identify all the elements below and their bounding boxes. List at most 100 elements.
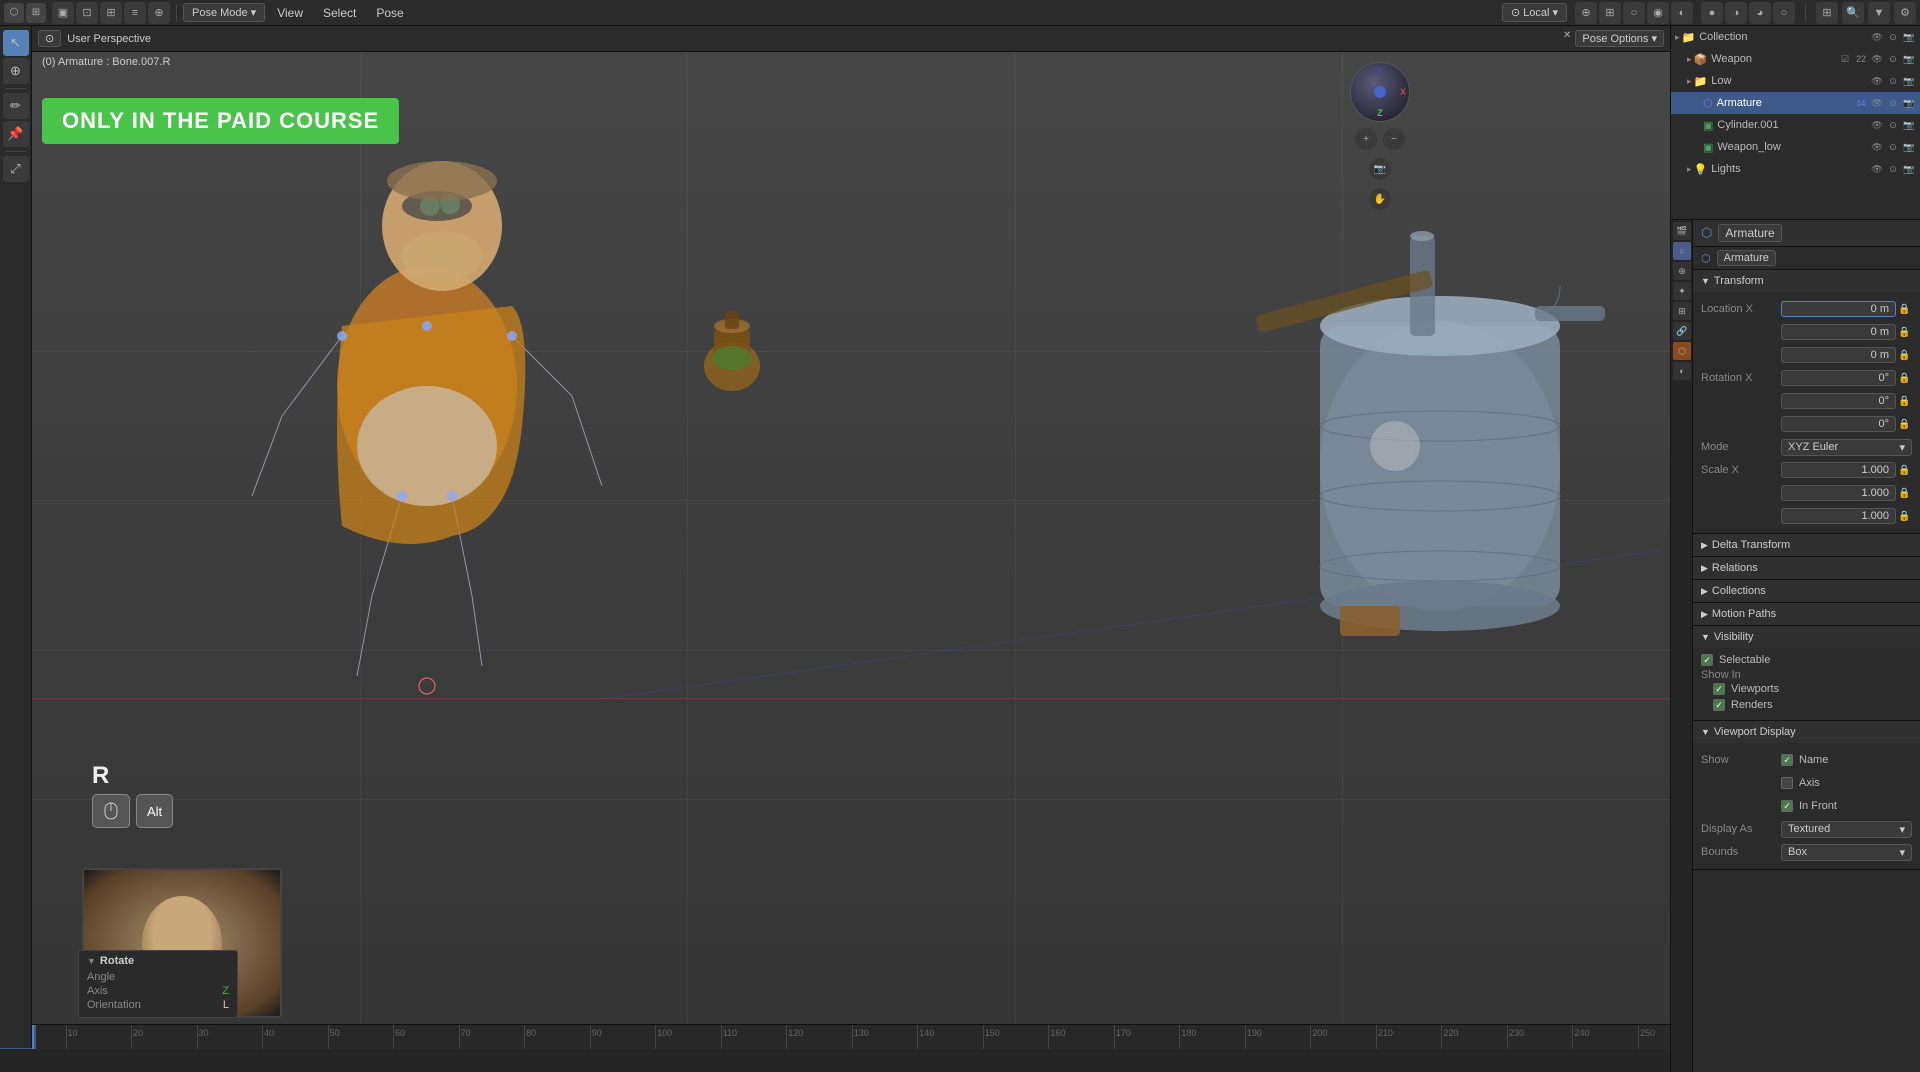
rotation-z-value[interactable]: 0° [1781, 416, 1896, 432]
proportional-icon[interactable]: ○ [1623, 2, 1645, 24]
in-front-checkbox[interactable]: ✓ [1781, 800, 1793, 812]
renders-checkbox[interactable]: ✓ [1713, 699, 1725, 711]
viewports-checkbox[interactable]: ✓ [1713, 683, 1725, 695]
select-tool[interactable]: ↖ [3, 30, 29, 56]
nav-hand[interactable]: ✋ [1369, 188, 1391, 210]
filter-icon[interactable]: ▼ [1868, 2, 1890, 24]
low-filter[interactable]: ⊙ [1886, 74, 1900, 88]
weapon-low-camera[interactable]: 📷 [1902, 140, 1916, 154]
rotate-collapse-icon[interactable]: ▼ [87, 956, 96, 966]
weapon-camera[interactable]: 📷 [1902, 52, 1916, 66]
local-button[interactable]: ⊙ Local ▾ [1502, 3, 1567, 22]
outliner-item-collection[interactable]: ▸ 📁 Collection 👁 ⊙ 📷 [1671, 26, 1920, 48]
armature-filter[interactable]: ⊙ [1886, 96, 1900, 110]
bounds-value[interactable]: Box ▾ [1781, 844, 1912, 861]
close-fullscreen-icon[interactable]: ✕ [1563, 30, 1571, 47]
nav-zoom-in[interactable]: + [1355, 128, 1377, 150]
collections-header[interactable]: Collections [1693, 580, 1920, 602]
layout-icon-1[interactable]: ▣ [52, 2, 74, 24]
collection-eye[interactable]: 👁 [1870, 30, 1884, 44]
editor-type-icon[interactable]: ⊞ [1816, 2, 1838, 24]
rotation-z-lock[interactable]: 🔒 [1898, 419, 1912, 430]
viewport-display-header[interactable]: Viewport Display [1693, 721, 1920, 743]
nav-camera[interactable]: 📷 [1369, 158, 1391, 180]
prop-particles-icon[interactable]: ✦ [1673, 282, 1691, 300]
navigation-sphere[interactable]: X Y Z [1350, 62, 1410, 122]
scale-x-lock[interactable]: 🔒 [1898, 465, 1912, 476]
visibility-header[interactable]: Visibility [1693, 626, 1920, 648]
name-checkbox[interactable]: ✓ [1781, 754, 1793, 766]
magnet-icon[interactable]: ⊞ [1599, 2, 1621, 24]
weapon-low-filter[interactable]: ⊙ [1886, 140, 1900, 154]
pose-options-btn[interactable]: Pose Options ▾ [1575, 30, 1664, 47]
motion-paths-header[interactable]: Motion Paths [1693, 603, 1920, 625]
prop-constraints-icon[interactable]: 🔗 [1673, 322, 1691, 340]
zoom-icon[interactable]: 🔍 [1842, 2, 1864, 24]
layout-icon-2[interactable]: ⊡ [76, 2, 98, 24]
low-camera[interactable]: 📷 [1902, 74, 1916, 88]
rotation-y-value[interactable]: 0° [1781, 393, 1896, 409]
outliner-item-lights[interactable]: ▸ 💡 Lights 👁 ⊙ 📷 [1671, 158, 1920, 180]
location-y-value[interactable]: 0 m [1781, 324, 1896, 340]
render-wire[interactable]: ○ [1773, 2, 1795, 24]
location-z-lock[interactable]: 🔒 [1898, 350, 1912, 361]
pose-mode-button[interactable]: Pose Mode ▾ [183, 3, 265, 22]
transform-icon[interactable]: ⊕ [1575, 2, 1597, 24]
outliner-item-cylinder[interactable]: ▣ Cylinder.001 👁 ⊙ 📷 [1671, 114, 1920, 136]
settings-icon[interactable]: ⚙ [1894, 2, 1916, 24]
scale-z-lock[interactable]: 🔒 [1898, 511, 1912, 522]
outliner-item-low[interactable]: ▸ 📁 Low 👁 ⊙ 📷 [1671, 70, 1920, 92]
outliner-item-weapon-low[interactable]: ▣ Weapon_low 👁 ⊙ 📷 [1671, 136, 1920, 158]
low-eye[interactable]: 👁 [1870, 74, 1884, 88]
prop-physics-icon[interactable]: ⊞ [1673, 302, 1691, 320]
weapon-check[interactable]: ☑ [1838, 52, 1852, 66]
prop-scene-icon[interactable]: 🎬 [1673, 222, 1691, 240]
layout-icon-3[interactable]: ⊞ [100, 2, 122, 24]
layout-icon-4[interactable]: ≡ [124, 2, 146, 24]
nav-x-axis[interactable]: X [1400, 87, 1406, 97]
lights-filter[interactable]: ⊙ [1886, 162, 1900, 176]
scale-y-lock[interactable]: 🔒 [1898, 488, 1912, 499]
annotate-tool[interactable]: 📌 [3, 121, 29, 147]
overlay-icon[interactable]: ◉ [1647, 2, 1669, 24]
prop-modifier-icon[interactable]: ⊕ [1673, 262, 1691, 280]
weapon-filter[interactable]: ⊙ [1886, 52, 1900, 66]
location-z-value[interactable]: 0 m [1781, 347, 1896, 363]
prop-material-icon[interactable]: ◐ [1673, 362, 1691, 380]
armature-eye[interactable]: 👁 [1870, 96, 1884, 110]
viewport[interactable]: ⊙ User Perspective ✕ Pose Options ▾ (0) … [32, 26, 1670, 1048]
scale-y-value[interactable]: 1.000 [1781, 485, 1896, 501]
rotation-x-lock[interactable]: 🔒 [1898, 373, 1912, 384]
layout-icon-5[interactable]: ⊕ [148, 2, 170, 24]
outliner-item-weapon[interactable]: ▸ 📦 Weapon ☑ 22 👁 ⊙ 📷 [1671, 48, 1920, 70]
render-mat[interactable]: ◑ [1725, 2, 1747, 24]
armature-camera[interactable]: 📷 [1902, 96, 1916, 110]
location-y-lock[interactable]: 🔒 [1898, 327, 1912, 338]
outliner-item-armature[interactable]: ⬡ Armature 14 👁 ⊙ 📷 [1671, 92, 1920, 114]
rotation-x-value[interactable]: 0° [1781, 370, 1896, 386]
weapon-eye[interactable]: 👁 [1870, 52, 1884, 66]
transform-header[interactable]: Transform [1693, 270, 1920, 292]
delta-transform-header[interactable]: Delta Transform [1693, 534, 1920, 556]
pose-menu[interactable]: Pose [368, 4, 411, 22]
nav-y-axis[interactable]: Y [1377, 66, 1383, 76]
weapon-low-eye[interactable]: 👁 [1870, 140, 1884, 154]
selectable-checkbox[interactable]: ✓ [1701, 654, 1713, 666]
prop-object-icon[interactable]: ○ [1673, 242, 1691, 260]
lights-camera[interactable]: 📷 [1902, 162, 1916, 176]
cylinder-eye[interactable]: 👁 [1870, 118, 1884, 132]
collection-camera[interactable]: 📷 [1902, 30, 1916, 44]
shading-icon[interactable]: ◐ [1671, 2, 1693, 24]
prop-data-icon[interactable]: ⬡ [1673, 342, 1691, 360]
nav-z-axis[interactable]: Z [1377, 108, 1383, 118]
location-x-lock[interactable]: 🔒 [1898, 304, 1912, 315]
transform-tool[interactable]: ⤢ [3, 156, 29, 182]
display-as-value[interactable]: Textured ▾ [1781, 821, 1912, 838]
collection-filter[interactable]: ⊙ [1886, 30, 1900, 44]
object-name-display[interactable]: Armature [1718, 224, 1781, 242]
app-icon[interactable]: ⬡ [4, 3, 24, 23]
cursor-tool[interactable]: ⊕ [3, 58, 29, 84]
viewport-perspective-btn[interactable]: ⊙ [38, 30, 61, 47]
scale-x-value[interactable]: 1.000 [1781, 462, 1896, 478]
rotation-y-lock[interactable]: 🔒 [1898, 396, 1912, 407]
